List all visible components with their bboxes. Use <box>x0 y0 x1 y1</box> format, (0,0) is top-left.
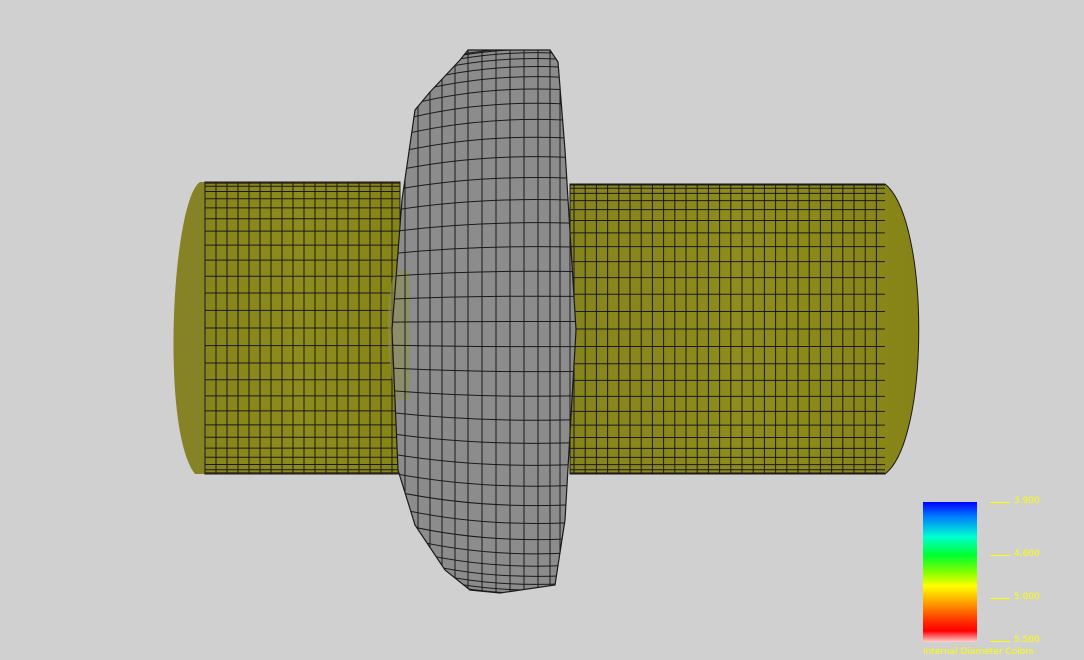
legend-tick-label: 4.600 <box>1014 549 1040 559</box>
legend-tick <box>990 555 1010 556</box>
bulge-flange <box>387 49 577 594</box>
color-legend: 3.900 4.600 5.000 5.500 Internal Diamete… <box>914 494 1084 660</box>
legend-tick <box>990 502 1010 503</box>
legend-title: Internal Diameter Colors <box>923 647 1034 657</box>
legend-tick-label: 5.000 <box>1014 592 1040 602</box>
legend-color-bar <box>923 502 977 642</box>
legend-tick <box>990 598 1010 599</box>
right-pipe-segment <box>569 183 920 475</box>
legend-tick <box>990 641 1010 642</box>
left-pipe-segment <box>204 181 401 475</box>
legend-tick-label: 3.900 <box>1014 496 1040 506</box>
left-pipe-end-cap <box>173 182 205 474</box>
legend-tick-label: 5.500 <box>1014 635 1040 645</box>
